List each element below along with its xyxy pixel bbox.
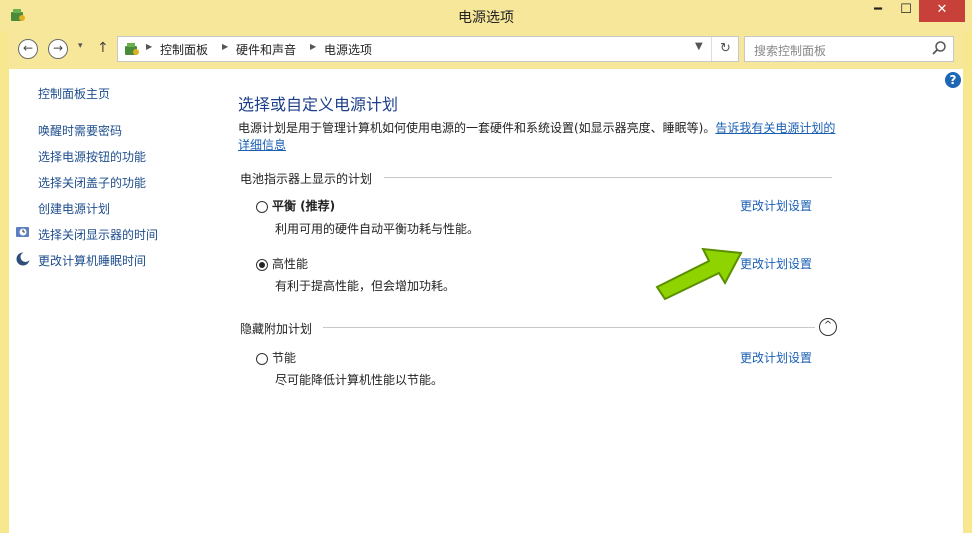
plan-desc-high-performance: 有利于提高性能，但会增加功耗。 bbox=[275, 279, 456, 293]
breadcrumb-power-options[interactable]: 电源选项 bbox=[324, 41, 372, 58]
radio-high-performance[interactable] bbox=[256, 259, 268, 271]
sleep-moon-icon bbox=[16, 252, 31, 266]
breadcrumb-separator-icon[interactable]: ▶ bbox=[146, 42, 152, 51]
refresh-button[interactable]: ↻ bbox=[711, 37, 739, 61]
plan-desc-balanced: 利用可用的硬件自动平衡功耗与性能。 bbox=[275, 222, 480, 236]
help-icon[interactable]: ? bbox=[945, 72, 961, 88]
address-bar[interactable]: ▶ 控制面板 ▶ 硬件和声音 ▶ 电源选项 ▼ ↻ bbox=[117, 36, 739, 62]
radio-power-saver[interactable] bbox=[256, 353, 268, 365]
sidebar-link-wake-password[interactable]: 唤醒时需要密码 bbox=[38, 122, 122, 139]
maximize-button[interactable]: ☐ bbox=[893, 0, 919, 22]
sidebar-link-power-button[interactable]: 选择电源按钮的功能 bbox=[38, 148, 146, 165]
control-panel-window: 电源选项 ━ ☐ ✕ ← → ▾ ↑ ▶ 控制面板 ▶ 硬件和声音 ▶ 电源选项… bbox=[0, 0, 972, 533]
sidebar-link-create-plan[interactable]: 创建电源计划 bbox=[38, 200, 110, 217]
search-icon[interactable] bbox=[931, 40, 947, 56]
plan-name-power-saver[interactable]: 节能 bbox=[272, 349, 296, 366]
group-hidden-plans-title: 隐藏附加计划 bbox=[240, 322, 313, 336]
search-box[interactable]: 搜索控制面板 bbox=[744, 36, 954, 62]
group-divider bbox=[323, 327, 815, 328]
collapse-button[interactable]: ^ bbox=[819, 318, 837, 336]
chevron-down-icon[interactable]: ▼ bbox=[695, 41, 703, 52]
window-title: 电源选项 bbox=[458, 10, 514, 26]
title-bar[interactable]: 电源选项 ━ ☐ ✕ bbox=[0, 0, 972, 31]
radio-balanced[interactable] bbox=[256, 201, 268, 213]
plan-name-high-performance[interactable]: 高性能 bbox=[272, 255, 308, 272]
group-divider bbox=[384, 177, 832, 178]
display-timer-icon bbox=[16, 227, 29, 237]
sidebar-link-display-off[interactable]: 选择关闭显示器的时间 bbox=[38, 226, 158, 243]
page-title: 选择或自定义电源计划 bbox=[238, 95, 399, 114]
control-panel-icon bbox=[125, 43, 139, 55]
plan-desc-power-saver: 尽可能降低计算机性能以节能。 bbox=[275, 373, 444, 387]
page-description: 电源计划是用于管理计算机如何使用电源的一套硬件和系统设置(如显示器亮度、睡眠等)… bbox=[238, 120, 838, 154]
breadcrumb-separator-icon[interactable]: ▶ bbox=[222, 42, 228, 51]
navigation-bar: ← → ▾ ↑ ▶ 控制面板 ▶ 硬件和声音 ▶ 电源选项 ▼ ↻ 搜索控制面板 bbox=[9, 31, 963, 69]
sidebar-home-link[interactable]: 控制面板主页 bbox=[38, 85, 110, 102]
breadcrumb-hardware-sound[interactable]: 硬件和声音 bbox=[236, 41, 296, 58]
close-button[interactable]: ✕ bbox=[919, 0, 965, 22]
recent-locations-icon[interactable]: ▾ bbox=[78, 41, 83, 51]
change-plan-settings-power-saver[interactable]: 更改计划设置 bbox=[740, 349, 812, 366]
forward-button[interactable]: → bbox=[48, 39, 68, 59]
group-battery-plans-title: 电池指示器上显示的计划 bbox=[240, 172, 373, 186]
up-button[interactable]: ↑ bbox=[97, 40, 109, 56]
search-placeholder[interactable]: 搜索控制面板 bbox=[754, 42, 826, 59]
sidebar-link-lid-close[interactable]: 选择关闭盖子的功能 bbox=[38, 174, 146, 191]
sidebar-link-sleep-time[interactable]: 更改计算机睡眠时间 bbox=[38, 252, 146, 269]
breadcrumb-control-panel[interactable]: 控制面板 bbox=[160, 41, 208, 58]
green-arrow-annotation bbox=[655, 247, 743, 301]
back-button[interactable]: ← bbox=[18, 39, 38, 59]
content-area: ? 控制面板主页 唤醒时需要密码 选择电源按钮的功能 选择关闭盖子的功能 创建电… bbox=[9, 69, 963, 533]
minimize-button[interactable]: ━ bbox=[865, 0, 891, 22]
plan-name-balanced[interactable]: 平衡 (推荐) bbox=[272, 197, 335, 214]
description-text: 电源计划是用于管理计算机如何使用电源的一套硬件和系统设置(如显示器亮度、睡眠等)… bbox=[238, 121, 716, 135]
change-plan-settings-balanced[interactable]: 更改计划设置 bbox=[740, 197, 812, 214]
breadcrumb-separator-icon[interactable]: ▶ bbox=[310, 42, 316, 51]
